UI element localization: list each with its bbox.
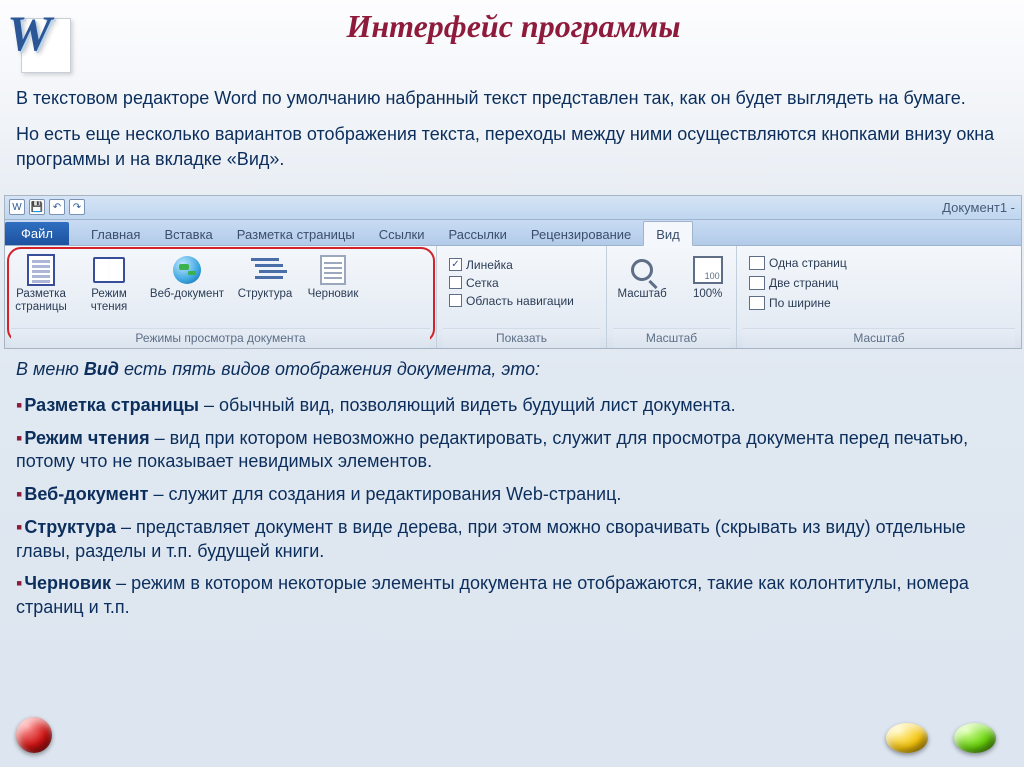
one-page-icon — [749, 256, 765, 270]
file-tab[interactable]: Файл — [5, 222, 69, 245]
group-show: ✓Линейка Сетка Область навигации Показат… — [437, 246, 607, 348]
btn-outline[interactable]: Структура — [235, 254, 295, 301]
group-zoom-buttons: Масштаб 100 100% Масштаб — [607, 246, 737, 348]
globe-icon — [173, 256, 201, 284]
word-app-icon: W — [3, 8, 83, 78]
tab-insert[interactable]: Вставка — [152, 222, 224, 245]
btn-print-layout[interactable]: Разметка страницы — [11, 254, 71, 313]
save-icon[interactable]: 💾 — [29, 199, 45, 215]
word-mini-icon: W — [9, 199, 25, 215]
tab-view[interactable]: Вид — [643, 221, 693, 246]
hundred-percent-icon: 100 — [693, 256, 723, 284]
group-zoom-presets: Одна страниц Две страниц По ширине Масшт… — [737, 246, 1021, 348]
ribbon-title-bar: W 💾 ↶ ↷ Документ1 - — [5, 196, 1021, 220]
chk-nav-pane[interactable]: Область навигации — [449, 294, 574, 308]
zoom-icon — [631, 259, 653, 281]
page-layout-icon — [27, 254, 55, 286]
btn-zoom[interactable]: Масштаб — [613, 254, 671, 301]
btn-draft[interactable]: Черновик — [303, 254, 363, 301]
mode-item-outline: ▪Структура – представляет документ в вид… — [16, 510, 1008, 567]
draft-icon — [320, 255, 346, 285]
mode-list: ▪Разметка страницы – обычный вид, позвол… — [0, 384, 1024, 623]
tab-page-layout[interactable]: Разметка страницы — [225, 222, 367, 245]
two-pages-icon — [749, 276, 765, 290]
book-icon — [93, 257, 125, 283]
nav-ball-yellow[interactable] — [886, 723, 928, 753]
tab-review[interactable]: Рецензирование — [519, 222, 643, 245]
outline-icon — [251, 256, 279, 284]
group-label-zoom: Масштаб — [613, 328, 730, 348]
btn-one-page[interactable]: Одна страниц — [749, 256, 847, 270]
undo-icon[interactable]: ↶ — [49, 199, 65, 215]
group-label-zoom-2: Масштаб — [743, 328, 1015, 348]
chk-grid[interactable]: Сетка — [449, 276, 574, 290]
nav-ball-green[interactable] — [954, 723, 996, 753]
tab-mailings[interactable]: Рассылки — [437, 222, 519, 245]
document-title: Документ1 - — [942, 200, 1015, 215]
group-label-views: Режимы просмотра документа — [11, 328, 430, 348]
group-document-views: Разметка страницы Режим чтения Веб-докум… — [5, 246, 437, 348]
menu-intro-line: В меню Вид есть пять видов отображения д… — [0, 353, 1024, 384]
group-label-show: Показать — [443, 328, 600, 348]
btn-web-layout[interactable]: Веб-документ — [147, 254, 227, 301]
btn-page-width[interactable]: По ширине — [749, 296, 847, 310]
word-ribbon: W 💾 ↶ ↷ Документ1 - Файл Главная Вставка… — [4, 195, 1022, 349]
btn-reading-mode[interactable]: Режим чтения — [79, 254, 139, 313]
chk-ruler[interactable]: ✓Линейка — [449, 258, 574, 272]
mode-item-draft: ▪Черновик – режим в котором некоторые эл… — [16, 566, 1008, 623]
page-width-icon — [749, 296, 765, 310]
intro-paragraph-1: В текстовом редакторе Word по умолчанию … — [16, 86, 1008, 110]
redo-icon[interactable]: ↷ — [69, 199, 85, 215]
page-title: Интерфейс программы — [83, 8, 1014, 45]
mode-item-web: ▪Веб-документ – служит для создания и ре… — [16, 477, 1008, 510]
ribbon-tabs: Файл Главная Вставка Разметка страницы С… — [5, 220, 1021, 246]
tab-home[interactable]: Главная — [79, 222, 152, 245]
btn-two-pages[interactable]: Две страниц — [749, 276, 847, 290]
tab-references[interactable]: Ссылки — [367, 222, 437, 245]
nav-ball-red[interactable] — [16, 717, 52, 753]
intro-paragraph-2: Но есть еще несколько вариантов отображе… — [16, 122, 1008, 171]
mode-item-print-layout: ▪Разметка страницы – обычный вид, позвол… — [16, 388, 1008, 421]
mode-item-reading: ▪Режим чтения – вид при котором невозмож… — [16, 421, 1008, 478]
btn-100-percent[interactable]: 100 100% — [685, 254, 730, 301]
